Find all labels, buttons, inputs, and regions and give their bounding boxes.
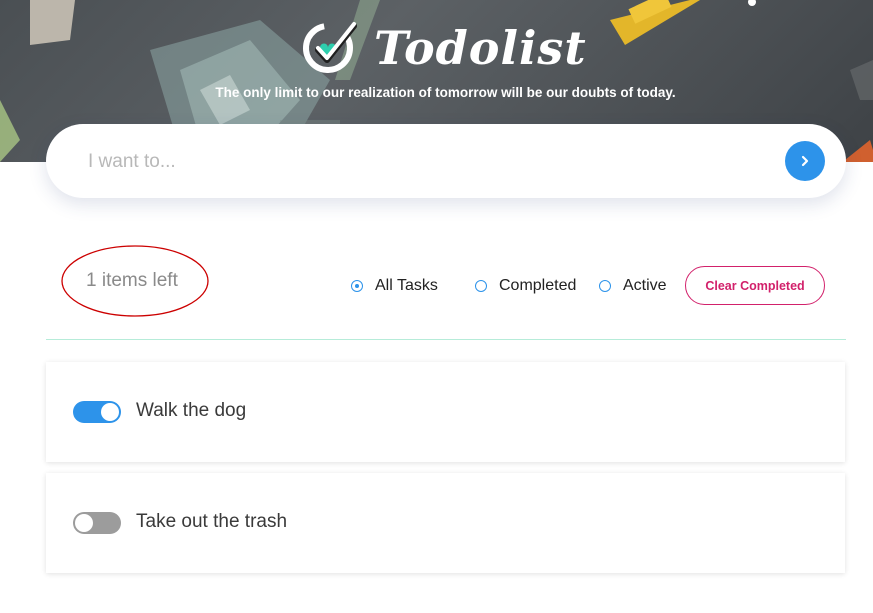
chevron-right-icon xyxy=(801,155,809,167)
radio-completed[interactable] xyxy=(475,280,487,292)
filter-completed[interactable]: Completed xyxy=(475,277,599,295)
red-annotation-ellipse xyxy=(61,245,209,317)
app-name: Todolist xyxy=(374,21,587,75)
clear-completed-button[interactable]: Clear Completed xyxy=(685,266,825,305)
todolist-page: Todolist The only limit to our realizati… xyxy=(0,0,873,613)
toggle-knob xyxy=(75,514,93,532)
divider xyxy=(46,339,846,340)
new-todo-input[interactable] xyxy=(86,144,770,180)
new-todo-form xyxy=(46,124,846,198)
radio-active[interactable] xyxy=(599,280,611,292)
radio-all-tasks[interactable] xyxy=(351,280,363,292)
check-heart-logo-icon xyxy=(303,22,357,73)
task-item: Walk the dog xyxy=(46,362,845,462)
tagline: The only limit to our realization of tom… xyxy=(215,85,676,100)
filter-active[interactable]: Active xyxy=(599,277,683,295)
add-todo-button[interactable] xyxy=(785,141,825,181)
brand: Todolist xyxy=(300,18,587,78)
task-text: Take out the trash xyxy=(136,511,288,532)
filter-group: All Tasks Completed Active xyxy=(351,266,683,306)
filter-all-tasks[interactable]: All Tasks xyxy=(351,277,475,295)
task-toggle[interactable] xyxy=(73,401,121,423)
toggle-knob xyxy=(101,403,119,421)
filter-all-tasks-label: All Tasks xyxy=(375,277,438,294)
task-toggle[interactable] xyxy=(73,512,121,534)
task-text: Walk the dog xyxy=(136,400,247,421)
task-item: Take out the trash xyxy=(46,473,845,573)
filter-completed-label: Completed xyxy=(499,277,577,294)
filter-active-label: Active xyxy=(623,277,667,294)
